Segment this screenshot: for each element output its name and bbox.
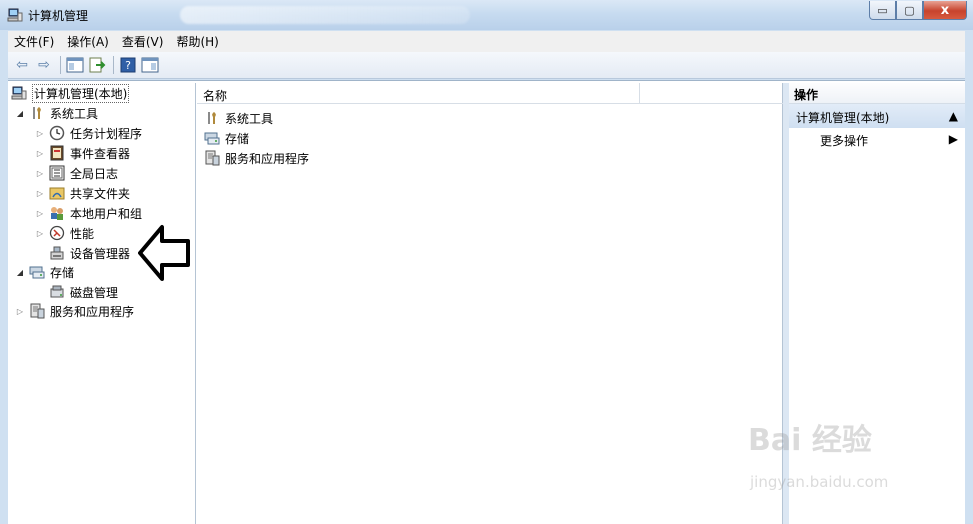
tree-item-services-applications[interactable]: ▷ 服务和应用程序 [15,302,134,320]
services-applications-icon [30,303,45,319]
tree-item-label: 本地用户和组 [70,206,143,221]
storage-icon [29,266,45,279]
toolbar-separator [60,56,61,74]
collapsed-arrow-icon[interactable]: ▷ [35,209,45,218]
menu-help[interactable]: 帮助(H) [176,33,218,50]
maximize-button[interactable]: ▢ [896,1,923,20]
tree-item-label: 性能 [70,226,95,241]
clock-icon [49,125,65,141]
list-item-storage[interactable]: 存储 [204,129,249,147]
tree-item-label: 计算机管理(本地) [32,83,130,103]
annotation-arrow-icon [138,225,190,281]
help-icon[interactable]: ? [118,55,138,75]
tree-item-label: 任务计划程序 [70,126,143,141]
menu-bar: 文件(F) 操作(A) 查看(V) 帮助(H) [8,31,965,52]
action-pane-header: 操作 [789,83,965,104]
show-hide-action-pane-icon[interactable] [140,55,160,75]
tree-item-label: 共享文件夹 [70,186,131,201]
collapsed-arrow-icon[interactable]: ▷ [35,229,45,238]
watermark-url: jingyan.baidu.com [750,473,889,491]
system-tools-icon [208,112,216,124]
tree-item-storage[interactable]: ◢ 存储 [15,263,74,281]
more-actions-item[interactable]: 更多操作 ▶ [789,128,965,150]
list-item-services-applications[interactable]: 服务和应用程序 [204,149,309,167]
list-item-label: 存储 [225,131,250,146]
tree-item-label: 磁盘管理 [70,285,119,300]
column-empty-header[interactable] [640,83,783,103]
tree-item-global-log[interactable]: ▷ 全局日志 [35,164,118,182]
tree-item-device-manager[interactable]: 设备管理器 [49,244,130,262]
toolbar: ⇦ ⇨ ? [8,52,965,79]
results-pane: 名称 系统工具 存储 服务和应用程序 [197,83,783,524]
collapsed-arrow-icon[interactable]: ▷ [15,307,25,316]
list-item-label: 系统工具 [225,111,274,126]
tree-item-label: 系统工具 [50,106,99,121]
close-button[interactable]: x [923,1,967,20]
column-name-header[interactable]: 名称 [197,83,640,104]
expanded-arrow-icon[interactable]: ◢ [15,268,25,277]
tree-item-task-scheduler[interactable]: ▷ 任务计划程序 [35,124,142,142]
system-tools-icon [33,107,41,119]
users-icon [51,207,63,220]
computer-management-icon [7,8,23,22]
tree-item-label: 存储 [50,265,75,280]
more-actions-label: 更多操作 [820,134,869,148]
event-viewer-icon [50,145,64,161]
tree-item-event-viewer[interactable]: ▷ 事件查看器 [35,144,130,162]
tree-item-label: 服务和应用程序 [50,304,135,319]
tree-item-local-users-groups[interactable]: ▷ 本地用户和组 [35,204,142,222]
tree-item-computer-management[interactable]: 计算机管理(本地) [11,83,130,103]
action-section-label: 计算机管理(本地) [796,111,890,125]
submenu-arrow-icon: ▶ [948,132,958,146]
log-icon [49,165,65,181]
title-bar[interactable]: 计算机管理 ▭ ▢ x [0,0,973,30]
services-applications-icon [205,150,220,166]
tree-item-performance[interactable]: ▷ 性能 [35,224,94,242]
collapsed-arrow-icon[interactable]: ▷ [35,189,45,198]
export-list-icon[interactable] [87,55,107,75]
tree-item-label: 事件查看器 [70,146,131,161]
menu-view[interactable]: 查看(V) [122,33,164,50]
blurred-title-area [180,6,470,24]
menu-file[interactable]: 文件(F) [14,33,54,50]
forward-arrow-icon[interactable]: ⇨ [34,55,54,75]
minimize-button[interactable]: ▭ [869,1,896,20]
tree-item-label: 设备管理器 [70,246,131,261]
svg-text:?: ? [125,59,131,72]
tree-item-system-tools[interactable]: ◢ 系统工具 [15,104,98,122]
window-title: 计算机管理 [28,9,89,23]
console-tree: 计算机管理(本地) ◢ 系统工具 ▷ 任务计划程序 ▷ 事件查看器 ▷ 全局日志… [8,83,196,524]
disk-management-icon [50,285,64,298]
collapsed-arrow-icon[interactable]: ▷ [35,149,45,158]
toolbar-separator [113,56,114,74]
collapse-up-icon[interactable]: ▲ [949,109,958,123]
tree-item-label: 全局日志 [70,166,119,181]
collapsed-arrow-icon[interactable]: ▷ [35,129,45,138]
list-item-system-tools[interactable]: 系统工具 [204,109,273,127]
menu-action[interactable]: 操作(A) [67,33,109,50]
watermark-brand: Bai 经验 [748,423,872,458]
expanded-arrow-icon[interactable]: ◢ [15,109,25,118]
tree-item-disk-management[interactable]: 磁盘管理 [49,283,118,301]
device-manager-icon [50,246,64,260]
shared-folder-icon [49,187,65,200]
storage-icon [204,132,220,145]
list-column-header: 名称 [197,83,783,104]
computer-management-icon [11,86,27,100]
action-section-computer-management[interactable]: 计算机管理(本地) ▲ [789,104,965,128]
back-arrow-icon[interactable]: ⇦ [12,55,32,75]
baidu-watermark: Bai 经验 jingyan.baidu.com [748,415,928,505]
collapsed-arrow-icon[interactable]: ▷ [35,169,45,178]
list-item-label: 服务和应用程序 [225,151,310,166]
performance-icon [49,225,65,241]
console-tree-icon[interactable] [65,55,85,75]
tree-item-shared-folders[interactable]: ▷ 共享文件夹 [35,184,130,202]
